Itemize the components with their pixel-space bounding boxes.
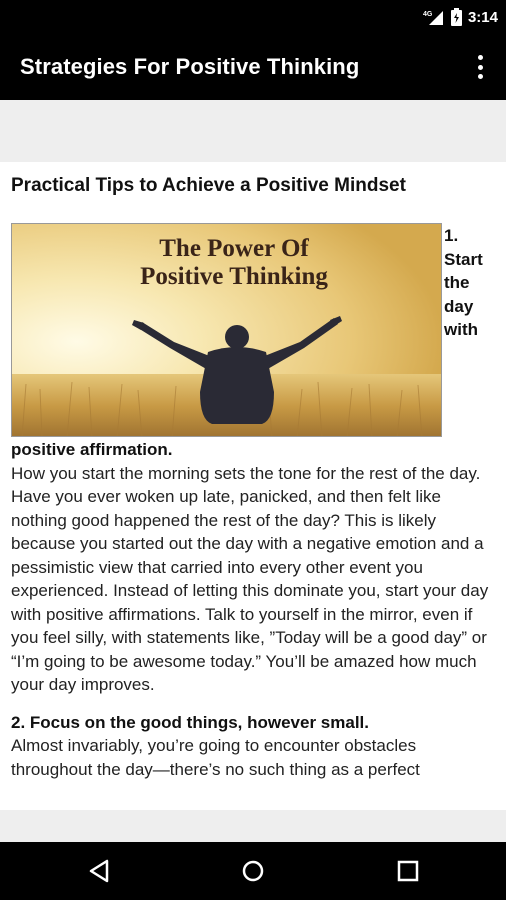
battery-icon — [450, 8, 462, 26]
app-bar: Strategies For Positive Thinking — [0, 34, 506, 100]
signal-icon: 4G — [423, 11, 443, 25]
positive-thinking-illustration: The Power Of Positive Thinking — [12, 224, 441, 436]
article-body: positive affirmation. How you start the … — [11, 438, 496, 781]
svg-text:The Power Of: The Power Of — [159, 235, 309, 262]
clock: 3:14 — [467, 8, 498, 26]
bottom-spacer — [0, 810, 506, 842]
article-image: The Power Of Positive Thinking — [11, 223, 442, 437]
svg-text:Positive Thinking: Positive Thinking — [140, 263, 328, 290]
app-title: Strategies For Positive Thinking — [20, 54, 360, 79]
tip2-body: Almost invariably, you’re going to encou… — [11, 736, 420, 779]
wrap-word: with — [444, 320, 478, 339]
svg-text:4G: 4G — [423, 11, 433, 18]
article-content[interactable]: Practical Tips to Achieve a Positive Min… — [0, 162, 506, 810]
wrap-word: the — [444, 273, 470, 292]
home-icon[interactable] — [238, 856, 268, 886]
back-icon[interactable] — [85, 856, 115, 886]
recents-icon[interactable] — [393, 856, 423, 886]
navigation-bar — [0, 842, 506, 900]
top-spacer — [0, 100, 506, 162]
article-heading: Practical Tips to Achieve a Positive Min… — [11, 175, 406, 196]
overflow-menu-icon[interactable] — [474, 52, 486, 82]
tip1-body: How you start the morning sets the tone … — [11, 463, 489, 695]
status-icons: 4G 3:14 — [423, 7, 498, 27]
tip1-title-rest: positive affirmation. — [11, 440, 173, 459]
status-bar: 4G 3:14 — [0, 0, 506, 34]
wrap-word: Start — [444, 249, 483, 269]
wrap-word: day — [444, 296, 474, 316]
wrapped-tip1-title: 1. Start the day with — [444, 224, 504, 342]
wrap-word: 1. — [444, 226, 459, 245]
tip2-title: 2. Focus on the good things, however sma… — [11, 712, 369, 732]
